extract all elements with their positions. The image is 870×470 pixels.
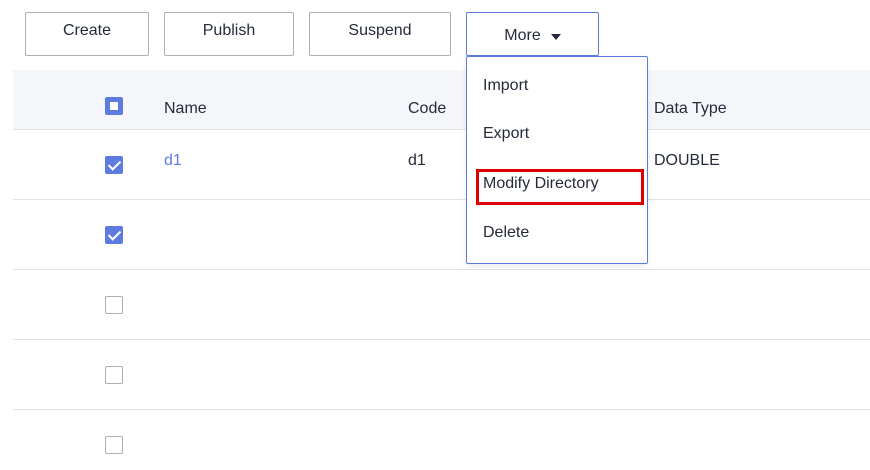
select-all-checkbox[interactable] (105, 97, 123, 115)
table-header: Name Code Data Type (13, 70, 870, 130)
row-checkbox[interactable] (105, 436, 123, 454)
row-checkbox[interactable] (105, 156, 123, 174)
table-row (13, 340, 870, 410)
row-data-type: DOUBLE (654, 152, 720, 169)
page: Create Publish Suspend More Name Code Da… (0, 0, 870, 470)
publish-button[interactable]: Publish (164, 12, 294, 56)
menu-item-delete[interactable]: Delete (483, 224, 529, 242)
caret-down-icon (550, 33, 561, 40)
table-row (13, 200, 870, 270)
table-row (13, 410, 870, 470)
suspend-button[interactable]: Suspend (309, 12, 451, 56)
column-header-name[interactable]: Name (164, 100, 207, 118)
row-code: d1 (408, 152, 426, 169)
menu-item-export[interactable]: Export (483, 125, 529, 143)
more-dropdown-button[interactable]: More (466, 12, 599, 56)
row-checkbox[interactable] (105, 366, 123, 384)
table-row: d1 d1 DOUBLE (13, 130, 870, 200)
row-checkbox[interactable] (105, 226, 123, 244)
data-table: Name Code Data Type d1 d1 DOUBLE (13, 70, 870, 470)
row-name-link[interactable]: d1 (164, 152, 182, 170)
column-header-data-type[interactable]: Data Type (654, 100, 727, 118)
table-row (13, 270, 870, 340)
menu-item-modify-directory[interactable]: Modify Directory (483, 175, 599, 193)
more-label: More (504, 26, 541, 44)
menu-item-import[interactable]: Import (483, 77, 528, 95)
more-dropdown-menu: Import Export Modify Directory Delete (466, 56, 648, 264)
create-button[interactable]: Create (25, 12, 149, 56)
column-header-code[interactable]: Code (408, 100, 446, 118)
row-checkbox[interactable] (105, 296, 123, 314)
